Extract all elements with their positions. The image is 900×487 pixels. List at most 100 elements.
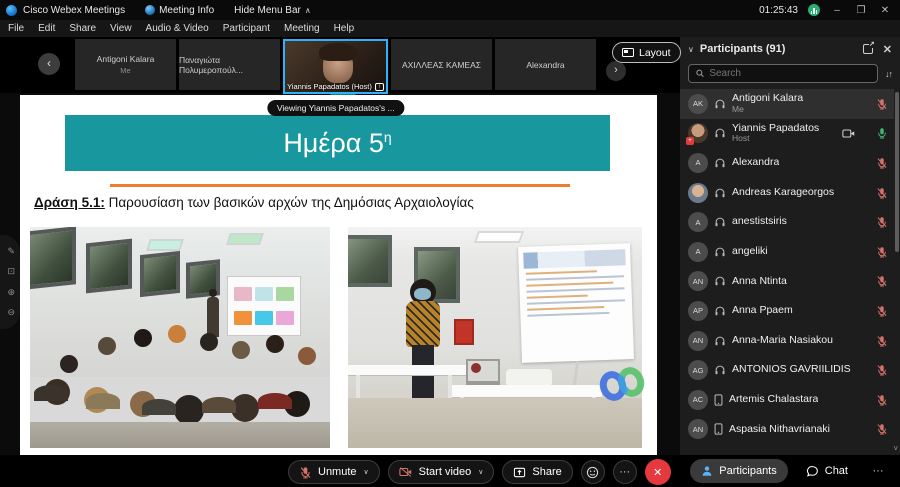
smiley-icon xyxy=(586,466,599,479)
mic-muted-icon[interactable] xyxy=(876,246,888,258)
participant-name: Anna Ppaem xyxy=(732,305,793,317)
video-thumbnail[interactable]: Alexandra xyxy=(495,39,596,90)
participant-row[interactable]: ANAnna Ntinta xyxy=(680,267,894,297)
video-thumbnail[interactable]: Yiannis Papadatos (Host)↑ xyxy=(283,39,388,94)
more-options-button[interactable]: ··· xyxy=(613,460,637,484)
mic-muted-icon[interactable] xyxy=(876,187,888,199)
mic-active-icon[interactable] xyxy=(876,127,888,139)
zoom-out-icon[interactable]: ⊖ xyxy=(7,308,15,317)
meeting-info-button[interactable]: Meeting Info xyxy=(145,5,214,16)
filmstrip-prev-button[interactable]: ‹ xyxy=(38,53,60,75)
photo-classroom-audience xyxy=(30,227,330,448)
mic-muted-icon[interactable] xyxy=(876,335,888,347)
menu-item-edit[interactable]: Edit xyxy=(38,23,55,34)
mic-muted-icon[interactable] xyxy=(876,98,888,110)
app-title: Cisco Webex Meetings xyxy=(23,5,125,16)
slide-heading: Δράση 5.1: Παρουσίαση των βασικών αρχών … xyxy=(34,195,474,210)
video-thumbnail[interactable]: Antigoni Kalara Me xyxy=(75,39,176,90)
reactions-button[interactable] xyxy=(581,460,605,484)
chat-toggle-button[interactable]: Chat xyxy=(796,459,858,483)
minimize-button[interactable]: – xyxy=(830,5,844,16)
share-button[interactable]: Share xyxy=(502,460,572,484)
thumbnail-sublabel: Me xyxy=(120,66,130,75)
phone-icon xyxy=(714,423,723,435)
popout-panel-icon[interactable] xyxy=(863,44,873,54)
fire-extinguisher-box xyxy=(454,319,474,345)
title-bar: Cisco Webex Meetings Meeting Info Hide M… xyxy=(0,0,900,20)
zoom-in-icon[interactable]: ⊕ xyxy=(7,288,15,297)
participant-name: Andreas Karageorgos xyxy=(732,187,834,199)
panel-collapse-chevron-icon[interactable]: ∨ xyxy=(688,45,694,54)
more-panels-button[interactable]: ··· xyxy=(866,459,890,483)
meeting-timer: 01:25:43 xyxy=(759,5,798,16)
menu-bar: File Edit Share View Audio & Video Participan… xyxy=(0,20,900,37)
mic-muted-icon xyxy=(299,466,312,479)
menu-item-meeting[interactable]: Meeting xyxy=(284,23,320,34)
chevron-down-icon[interactable]: ∨ xyxy=(478,468,483,476)
restore-button[interactable]: ❐ xyxy=(854,5,868,16)
participant-row[interactable]: AAlexandra xyxy=(680,148,894,178)
projection-screen xyxy=(228,277,300,335)
menu-item-view[interactable]: View xyxy=(110,23,132,34)
participant-row[interactable]: Aanestistsiris xyxy=(680,207,894,237)
headset-icon xyxy=(714,187,726,199)
video-thumbnail[interactable]: ΑΧΙΛΛΕΑΣ ΚΑΜΕΑΣ xyxy=(391,39,492,90)
sort-participants-icon[interactable]: ↓↑ xyxy=(885,69,892,79)
thumbnail-label: Antigoni Kalara xyxy=(97,54,155,64)
scroll-down-chevron-icon[interactable]: ˅ xyxy=(893,444,898,453)
leave-meeting-button[interactable]: ✕ xyxy=(645,459,671,485)
participant-search[interactable] xyxy=(688,64,878,83)
menu-item-audio-video[interactable]: Audio & Video xyxy=(146,23,209,34)
mic-muted-icon[interactable] xyxy=(876,216,888,228)
layout-button[interactable]: Layout xyxy=(612,42,681,63)
participants-icon xyxy=(701,465,713,477)
participant-row[interactable]: AKAntigoni KalaraMe xyxy=(680,89,894,119)
thumbnail-label: Alexandra xyxy=(526,60,564,70)
search-icon xyxy=(696,69,704,78)
mic-muted-icon[interactable] xyxy=(876,423,888,435)
close-button[interactable]: ✕ xyxy=(878,5,892,16)
projection-screen xyxy=(518,243,634,363)
menu-item-help[interactable]: Help xyxy=(334,23,355,34)
mic-muted-icon[interactable] xyxy=(876,364,888,376)
avatar: AN xyxy=(688,331,708,351)
participant-row[interactable]: AN Anna-Maria Nasiakou xyxy=(680,326,894,356)
chevron-down-icon[interactable]: ∨ xyxy=(364,468,369,476)
participant-row[interactable]: ACArtemis Chalastara xyxy=(680,385,894,415)
participant-row[interactable]: ANAspasia Nithavrianaki xyxy=(680,415,894,445)
mic-muted-icon[interactable] xyxy=(876,305,888,317)
avatar: AN xyxy=(688,419,708,439)
mic-muted-icon[interactable] xyxy=(876,275,888,287)
participants-toggle-button[interactable]: Participants xyxy=(690,459,787,483)
participant-name: ANTONIOS GAVRIILIDIS xyxy=(732,364,851,376)
headset-icon xyxy=(714,305,726,317)
panel-scrollbar[interactable] xyxy=(895,92,899,252)
menu-item-share[interactable]: Share xyxy=(69,23,96,34)
mic-muted-icon[interactable] xyxy=(876,157,888,169)
mic-muted-icon[interactable] xyxy=(876,394,888,406)
participant-row[interactable]: +Yiannis PapadatosHost xyxy=(680,119,894,149)
chat-icon xyxy=(806,465,819,478)
participant-name: Anna-Maria Nasiakou xyxy=(732,335,833,347)
hide-menu-bar-button[interactable]: Hide Menu Bar ∧ xyxy=(234,5,311,16)
filmstrip-next-button[interactable]: › xyxy=(606,61,626,81)
menu-item-participant[interactable]: Participant xyxy=(223,23,270,34)
participant-row[interactable]: Andreas Karageorgos xyxy=(680,178,894,208)
fit-to-window-icon[interactable]: ⊡ xyxy=(7,267,15,276)
layout-icon xyxy=(622,48,634,57)
menu-item-file[interactable]: File xyxy=(8,23,24,34)
participant-row[interactable]: Aangeliki xyxy=(680,237,894,267)
host-badge-icon: + xyxy=(686,137,694,145)
participant-list: AKAntigoni KalaraMe+Yiannis PapadatosHos… xyxy=(680,89,894,449)
close-panel-icon[interactable]: ✕ xyxy=(883,43,892,56)
video-thumbnail[interactable]: Παναγιώτα Πολυμεροπούλ... xyxy=(179,39,280,90)
search-input[interactable] xyxy=(709,68,870,79)
chevron-up-icon: ∧ xyxy=(305,6,311,15)
participant-name: Artemis Chalastara xyxy=(729,394,818,406)
participant-row[interactable]: AGANTONIOS GAVRIILIDIS xyxy=(680,355,894,385)
participant-row[interactable]: AP Anna Ppaem xyxy=(680,296,894,326)
annotate-icon[interactable]: ✎ xyxy=(7,247,15,256)
unmute-button[interactable]: Unmute∨ xyxy=(288,460,380,484)
avatar: AP xyxy=(688,301,708,321)
start-video-button[interactable]: Start video∨ xyxy=(388,460,495,484)
